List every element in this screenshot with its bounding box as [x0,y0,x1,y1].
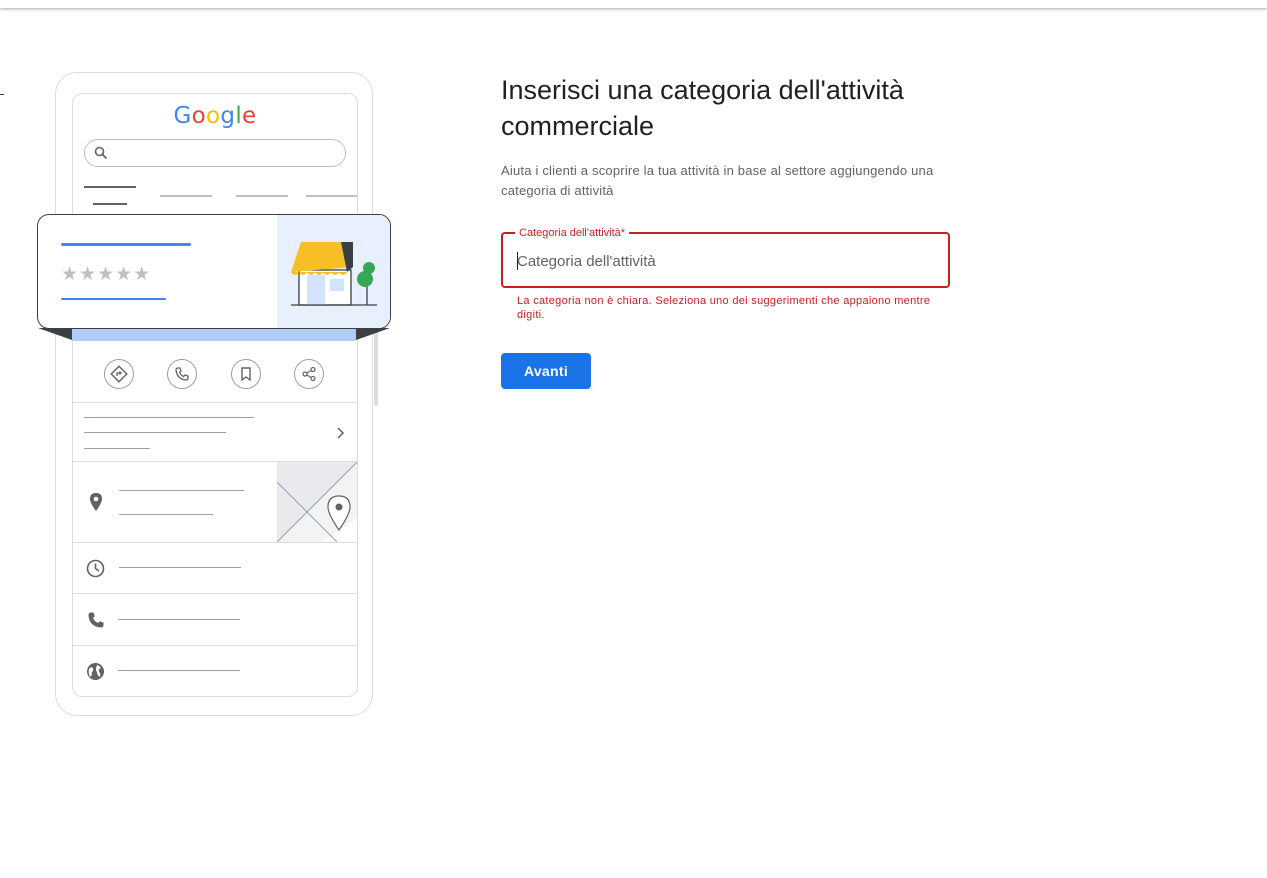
directions-icon [110,365,128,383]
card-fold [38,328,72,340]
mock-text-line [119,490,244,491]
edge-mark [0,94,4,95]
location-pin-icon [90,493,102,511]
text-cursor [517,252,518,270]
field-error-message: La categoria non è chiara. Seleziona uno… [517,295,931,321]
mock-tab-active [84,186,136,188]
mock-text-line [119,514,213,515]
map-thumbnail [277,462,357,542]
share-icon [302,366,316,382]
mock-tab [160,195,212,197]
phone-icon [88,612,104,628]
business-rating-card: ★★★★★ [37,214,391,329]
field-label: Categoria dell'attività* [515,226,630,240]
mock-text-line [118,619,240,620]
divider [73,542,357,543]
divider [73,402,357,403]
logo-letter: l [235,103,243,129]
phone-screen: Google [72,93,358,697]
share-action [294,359,324,389]
mock-text-line [84,448,150,449]
globe-icon [87,663,104,680]
mock-text-line [118,670,240,671]
storefront-icon [290,242,377,306]
mock-text-line [84,432,226,433]
mock-tab [306,195,357,197]
logo-letter: o [191,103,207,129]
clock-icon [86,559,105,578]
save-action [231,359,261,389]
star-rating: ★★★★★ [61,263,152,285]
phone-icon [175,367,189,381]
mock-text-line [119,567,241,568]
bookmark-icon [241,367,251,382]
directions-action [104,359,134,389]
business-name-line [61,243,191,246]
logo-letter: e [242,103,257,129]
chevron-right-icon [337,427,345,439]
business-category-input[interactable] [517,249,937,273]
page-description: Aiuta i clienti a scoprire la tua attivi… [501,163,934,198]
next-button[interactable]: Avanti [501,353,591,389]
top-bar-shadow [0,0,1267,8]
mock-search-bar [84,139,346,167]
phone-scrollbar [374,332,378,406]
business-category-field[interactable]: Categoria dell'attività* [501,226,950,288]
logo-letter: g [220,103,236,129]
storefront-panel [277,215,390,328]
call-action [167,359,197,389]
search-icon [94,146,108,160]
mock-tab-underline [93,203,127,205]
divider [73,593,357,594]
mock-tab [236,195,288,197]
logo-letter: G [173,103,192,129]
listing-header-band [72,328,356,341]
divider [73,645,357,646]
card-fold [356,328,390,340]
page-title: Inserisci una categoria dell'attività co… [501,75,904,141]
mock-text-line [84,417,254,418]
logo-letter: o [206,103,221,129]
business-detail-line [61,298,166,300]
google-logo: Google [73,102,357,129]
